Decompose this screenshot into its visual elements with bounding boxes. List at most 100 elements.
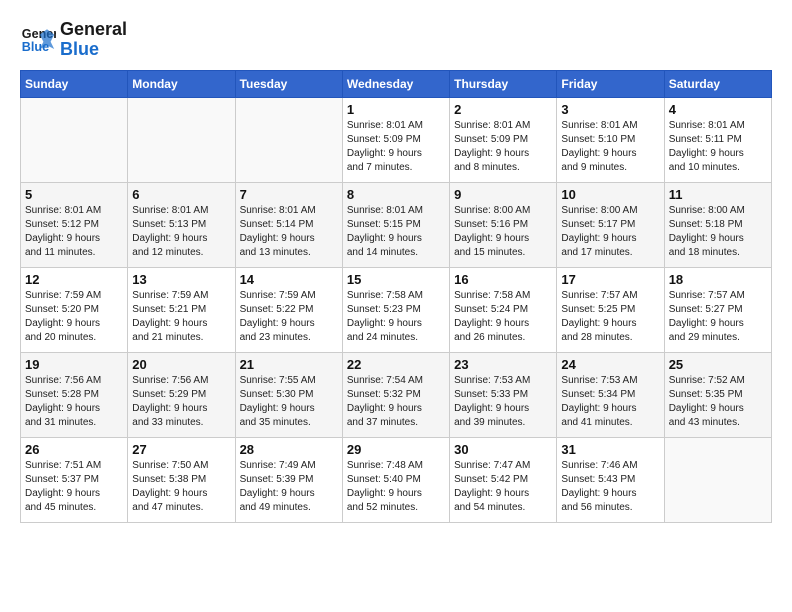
- day-info: Sunrise: 7:53 AM Sunset: 5:33 PM Dayligh…: [454, 374, 552, 430]
- calendar-cell: 29 Sunrise: 7:48 AM Sunset: 5:40 PM Dayli…: [342, 437, 449, 522]
- day-number: 26: [25, 442, 123, 457]
- day-of-week-header: Thursday: [450, 70, 557, 97]
- calendar-cell: 7 Sunrise: 8:01 AM Sunset: 5:14 PM Daylig…: [235, 182, 342, 267]
- calendar-cell: 24 Sunrise: 7:53 AM Sunset: 5:34 PM Dayli…: [557, 352, 664, 437]
- day-info: Sunrise: 8:01 AM Sunset: 5:15 PM Dayligh…: [347, 204, 445, 260]
- day-info: Sunrise: 7:52 AM Sunset: 5:35 PM Dayligh…: [669, 374, 767, 430]
- calendar-week-row: 1 Sunrise: 8:01 AM Sunset: 5:09 PM Daylig…: [21, 97, 772, 182]
- calendar-cell: [128, 97, 235, 182]
- day-info: Sunrise: 7:56 AM Sunset: 5:29 PM Dayligh…: [132, 374, 230, 430]
- day-info: Sunrise: 8:01 AM Sunset: 5:13 PM Dayligh…: [132, 204, 230, 260]
- day-of-week-header: Wednesday: [342, 70, 449, 97]
- day-info: Sunrise: 7:54 AM Sunset: 5:32 PM Dayligh…: [347, 374, 445, 430]
- day-info: Sunrise: 8:01 AM Sunset: 5:11 PM Dayligh…: [669, 119, 767, 175]
- calendar-cell: 25 Sunrise: 7:52 AM Sunset: 5:35 PM Dayli…: [664, 352, 771, 437]
- calendar-cell: 26 Sunrise: 7:51 AM Sunset: 5:37 PM Dayli…: [21, 437, 128, 522]
- day-info: Sunrise: 7:59 AM Sunset: 5:20 PM Dayligh…: [25, 289, 123, 345]
- calendar-cell: [21, 97, 128, 182]
- day-number: 20: [132, 357, 230, 372]
- calendar-cell: 9 Sunrise: 8:00 AM Sunset: 5:16 PM Daylig…: [450, 182, 557, 267]
- logo-icon: General Blue: [20, 22, 56, 58]
- day-info: Sunrise: 8:01 AM Sunset: 5:09 PM Dayligh…: [347, 119, 445, 175]
- day-info: Sunrise: 7:59 AM Sunset: 5:22 PM Dayligh…: [240, 289, 338, 345]
- page-header: General Blue General Blue: [20, 20, 772, 60]
- calendar-cell: 3 Sunrise: 8:01 AM Sunset: 5:10 PM Daylig…: [557, 97, 664, 182]
- day-info: Sunrise: 8:01 AM Sunset: 5:14 PM Dayligh…: [240, 204, 338, 260]
- day-info: Sunrise: 8:01 AM Sunset: 5:12 PM Dayligh…: [25, 204, 123, 260]
- calendar-cell: 10 Sunrise: 8:00 AM Sunset: 5:17 PM Dayli…: [557, 182, 664, 267]
- day-number: 9: [454, 187, 552, 202]
- day-info: Sunrise: 7:59 AM Sunset: 5:21 PM Dayligh…: [132, 289, 230, 345]
- day-number: 29: [347, 442, 445, 457]
- calendar-cell: 28 Sunrise: 7:49 AM Sunset: 5:39 PM Dayli…: [235, 437, 342, 522]
- calendar-cell: 5Sunrise: 8:01 AM Sunset: 5:12 PM Daylig…: [21, 182, 128, 267]
- day-info: Sunrise: 8:00 AM Sunset: 5:18 PM Dayligh…: [669, 204, 767, 260]
- calendar-cell: 2Sunrise: 8:01 AM Sunset: 5:09 PM Daylig…: [450, 97, 557, 182]
- day-info: Sunrise: 8:01 AM Sunset: 5:09 PM Dayligh…: [454, 119, 552, 175]
- day-number: 28: [240, 442, 338, 457]
- calendar-cell: 16 Sunrise: 7:58 AM Sunset: 5:24 PM Dayli…: [450, 267, 557, 352]
- day-number: 19: [25, 357, 123, 372]
- calendar-cell: 20 Sunrise: 7:56 AM Sunset: 5:29 PM Dayli…: [128, 352, 235, 437]
- day-info: Sunrise: 8:00 AM Sunset: 5:16 PM Dayligh…: [454, 204, 552, 260]
- day-number: 11: [669, 187, 767, 202]
- day-info: Sunrise: 7:46 AM Sunset: 5:43 PM Dayligh…: [561, 459, 659, 515]
- day-number: 30: [454, 442, 552, 457]
- calendar-cell: [664, 437, 771, 522]
- logo-text: General: [60, 20, 127, 40]
- day-info: Sunrise: 7:58 AM Sunset: 5:24 PM Dayligh…: [454, 289, 552, 345]
- day-info: Sunrise: 7:51 AM Sunset: 5:37 PM Dayligh…: [25, 459, 123, 515]
- calendar-week-row: 12Sunrise: 7:59 AM Sunset: 5:20 PM Dayli…: [21, 267, 772, 352]
- day-number: 24: [561, 357, 659, 372]
- calendar-cell: 23 Sunrise: 7:53 AM Sunset: 5:33 PM Dayli…: [450, 352, 557, 437]
- day-number: 16: [454, 272, 552, 287]
- day-number: 25: [669, 357, 767, 372]
- day-info: Sunrise: 8:01 AM Sunset: 5:10 PM Dayligh…: [561, 119, 659, 175]
- calendar-table: SundayMondayTuesdayWednesdayThursdayFrid…: [20, 70, 772, 523]
- day-number: 10: [561, 187, 659, 202]
- day-number: 23: [454, 357, 552, 372]
- day-info: Sunrise: 7:58 AM Sunset: 5:23 PM Dayligh…: [347, 289, 445, 345]
- day-info: Sunrise: 7:57 AM Sunset: 5:25 PM Dayligh…: [561, 289, 659, 345]
- calendar-cell: 15 Sunrise: 7:58 AM Sunset: 5:23 PM Dayli…: [342, 267, 449, 352]
- calendar-cell: [235, 97, 342, 182]
- day-info: Sunrise: 7:47 AM Sunset: 5:42 PM Dayligh…: [454, 459, 552, 515]
- calendar-cell: 13 Sunrise: 7:59 AM Sunset: 5:21 PM Dayli…: [128, 267, 235, 352]
- calendar-cell: 19Sunrise: 7:56 AM Sunset: 5:28 PM Dayli…: [21, 352, 128, 437]
- logo: General Blue General Blue: [20, 20, 127, 60]
- day-number: 21: [240, 357, 338, 372]
- day-of-week-header: Monday: [128, 70, 235, 97]
- calendar-cell: 22 Sunrise: 7:54 AM Sunset: 5:32 PM Dayli…: [342, 352, 449, 437]
- day-info: Sunrise: 7:48 AM Sunset: 5:40 PM Dayligh…: [347, 459, 445, 515]
- day-number: 22: [347, 357, 445, 372]
- day-number: 27: [132, 442, 230, 457]
- calendar-cell: 11 Sunrise: 8:00 AM Sunset: 5:18 PM Dayli…: [664, 182, 771, 267]
- day-number: 1: [347, 102, 445, 117]
- day-number: 18: [669, 272, 767, 287]
- day-number: 3: [561, 102, 659, 117]
- day-info: Sunrise: 7:57 AM Sunset: 5:27 PM Dayligh…: [669, 289, 767, 345]
- day-info: Sunrise: 7:55 AM Sunset: 5:30 PM Dayligh…: [240, 374, 338, 430]
- calendar-cell: 27 Sunrise: 7:50 AM Sunset: 5:38 PM Dayli…: [128, 437, 235, 522]
- day-info: Sunrise: 7:50 AM Sunset: 5:38 PM Dayligh…: [132, 459, 230, 515]
- calendar-cell: 21 Sunrise: 7:55 AM Sunset: 5:30 PM Dayli…: [235, 352, 342, 437]
- day-info: Sunrise: 7:53 AM Sunset: 5:34 PM Dayligh…: [561, 374, 659, 430]
- day-number: 31: [561, 442, 659, 457]
- calendar-week-row: 5Sunrise: 8:01 AM Sunset: 5:12 PM Daylig…: [21, 182, 772, 267]
- calendar-cell: 31 Sunrise: 7:46 AM Sunset: 5:43 PM Dayli…: [557, 437, 664, 522]
- day-number: 6: [132, 187, 230, 202]
- day-info: Sunrise: 7:49 AM Sunset: 5:39 PM Dayligh…: [240, 459, 338, 515]
- calendar-cell: 4Sunrise: 8:01 AM Sunset: 5:11 PM Daylig…: [664, 97, 771, 182]
- day-of-week-header: Tuesday: [235, 70, 342, 97]
- calendar-cell: 14 Sunrise: 7:59 AM Sunset: 5:22 PM Dayli…: [235, 267, 342, 352]
- day-info: Sunrise: 8:00 AM Sunset: 5:17 PM Dayligh…: [561, 204, 659, 260]
- day-of-week-header: Sunday: [21, 70, 128, 97]
- day-of-week-header: Saturday: [664, 70, 771, 97]
- day-number: 17: [561, 272, 659, 287]
- day-number: 15: [347, 272, 445, 287]
- day-number: 13: [132, 272, 230, 287]
- day-number: 14: [240, 272, 338, 287]
- day-of-week-header: Friday: [557, 70, 664, 97]
- day-number: 7: [240, 187, 338, 202]
- calendar-header-row: SundayMondayTuesdayWednesdayThursdayFrid…: [21, 70, 772, 97]
